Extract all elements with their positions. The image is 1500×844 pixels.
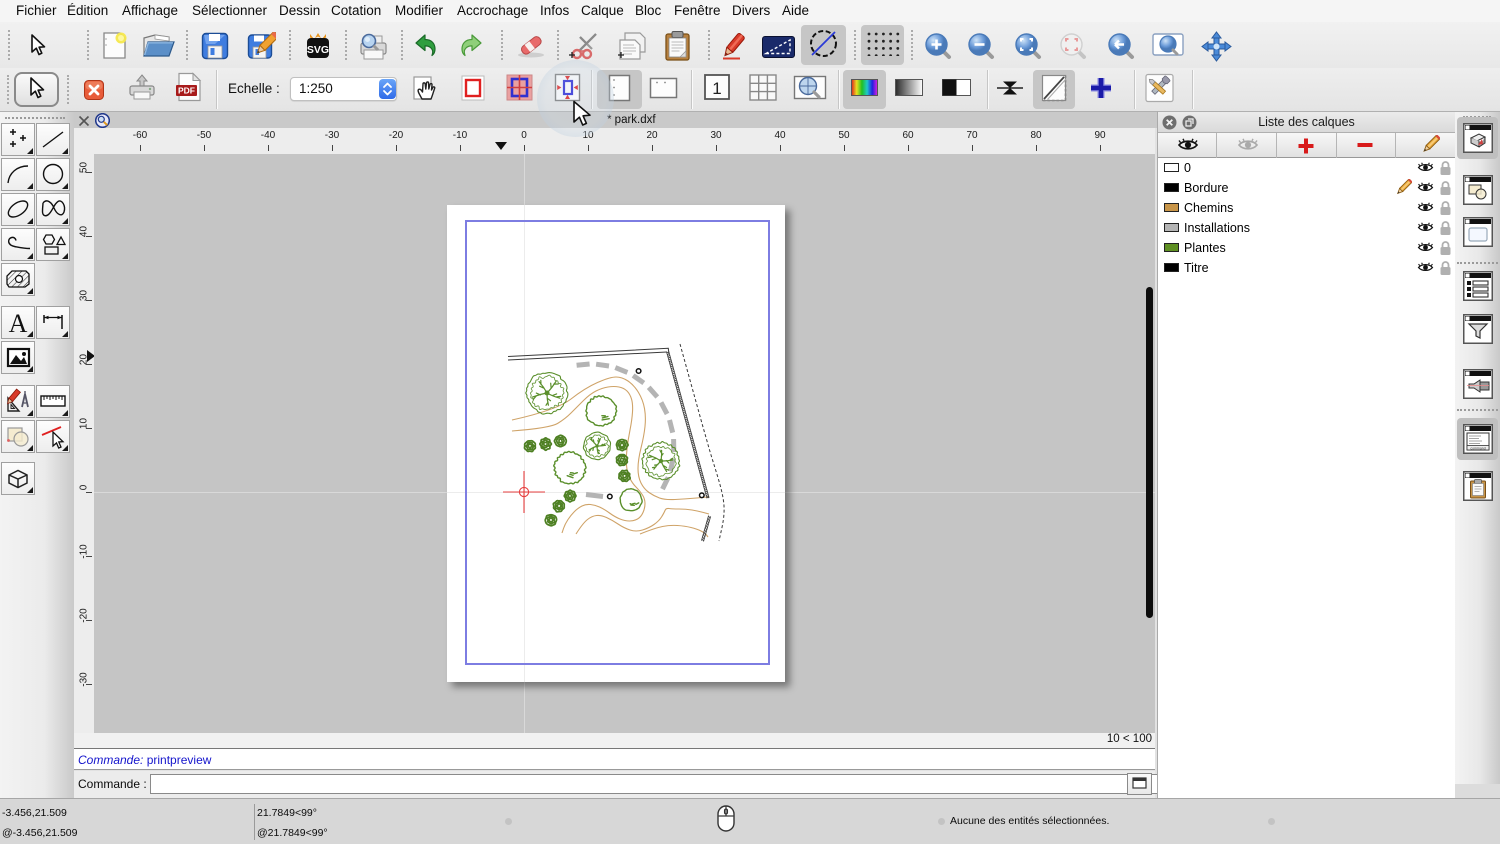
svg-text:SVG: SVG xyxy=(307,44,329,56)
svg-text:command: command xyxy=(1470,446,1485,450)
svg-text:PDF: PDF xyxy=(178,86,195,96)
svg-text:1: 1 xyxy=(712,79,721,98)
svg-text:A: A xyxy=(9,309,28,335)
